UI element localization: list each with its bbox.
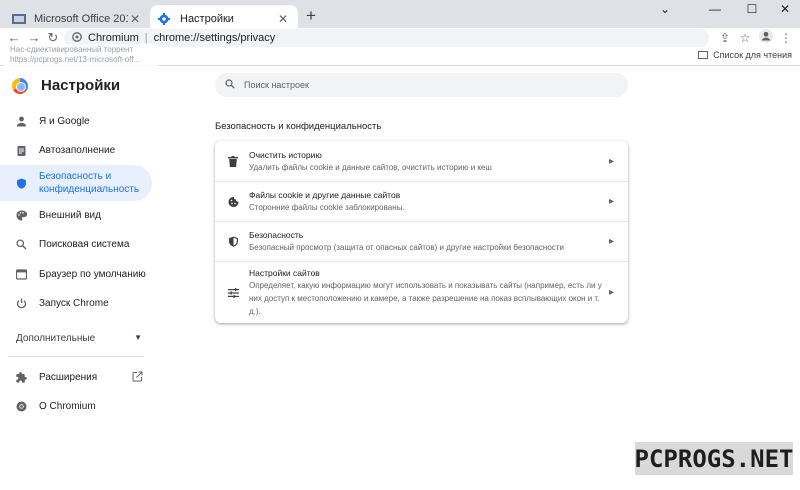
sidebar-item-label: Автозаполнение <box>39 144 116 156</box>
cookie-icon <box>227 196 239 208</box>
sidebar-item-on-startup[interactable]: Запуск Chrome <box>0 285 152 321</box>
advanced-label: Дополнительные <box>16 333 96 344</box>
maximize-button[interactable]: ☐ <box>737 0 767 18</box>
chevron-right-icon: ▸ <box>608 236 614 247</box>
close-tab-icon[interactable]: ✕ <box>128 12 142 26</box>
palette-icon <box>16 210 27 221</box>
tooltip-url: https://pcprogs.net/13-microsoft-off... <box>10 55 141 64</box>
reading-list-icon <box>698 51 709 59</box>
sidebar-item-label: О Chromium <box>39 400 96 412</box>
search-input[interactable] <box>244 80 614 90</box>
reading-list-button[interactable]: Список для чтения <box>698 50 792 60</box>
chromium-logo-icon <box>12 78 28 94</box>
privacy-card: Очистить историю Удалить файлы cookie и … <box>215 141 628 323</box>
row-title: Безопасность <box>249 230 304 240</box>
settings-gear-icon <box>158 12 172 25</box>
row-title: Очистить историю <box>249 149 322 160</box>
tab-search-icon[interactable]: ⌄ <box>650 0 680 18</box>
close-window-button[interactable]: ✕ <box>770 0 800 18</box>
tab-title: Настройки <box>180 12 234 25</box>
shield-icon <box>16 178 27 189</box>
page-title: Настройки <box>41 77 121 94</box>
tab-title: Microsoft Office 2019 Professional <box>34 12 128 25</box>
open-in-new-icon[interactable] <box>132 371 143 382</box>
new-tab-button[interactable]: + <box>302 7 320 26</box>
chevron-right-icon: ▸ <box>608 196 614 207</box>
cookies-row[interactable]: Файлы cookie и другие данные сайтов Стор… <box>215 181 628 221</box>
url-text: chrome://settings/privacy <box>153 32 276 44</box>
power-icon <box>16 298 27 309</box>
section-title: Безопасность и конфиденциальность <box>215 121 382 132</box>
security-row[interactable]: Безопасность Безопасный просмотр (защита… <box>215 221 628 261</box>
settings-search[interactable] <box>215 73 628 97</box>
sidebar-item-label: Браузер по умолчанию <box>39 268 146 280</box>
clear-history-row[interactable]: Очистить историю Удалить файлы cookie и … <box>215 141 628 181</box>
profile-avatar-icon[interactable] <box>757 29 775 47</box>
row-title: Настройки сайтов <box>249 268 320 278</box>
tooltip-title: Нас-сдиективированный торрент <box>10 45 134 54</box>
sidebar-item-label: Запуск Chrome <box>39 297 109 309</box>
tune-icon <box>227 287 239 299</box>
sidebar-item-about-chromium[interactable]: О Chromium <box>0 388 152 424</box>
url-separator: | <box>144 32 148 44</box>
site-settings-row[interactable]: Настройки сайтов Определяет, какую инфор… <box>215 261 628 323</box>
search-icon <box>16 238 27 250</box>
sidebar-item-privacy[interactable]: Безопасность и конфиденциальность <box>0 165 152 201</box>
clipboard-icon <box>16 145 27 156</box>
site-label: Chromium <box>88 32 139 44</box>
browser-icon <box>16 268 27 280</box>
chevron-right-icon: ▸ <box>608 287 614 298</box>
caret-down-icon: ▼ <box>134 333 142 342</box>
menu-kebab-icon[interactable]: ⋮ <box>777 29 795 47</box>
page-favicon-icon <box>12 13 26 25</box>
reading-list-label: Список для чтения <box>713 50 792 60</box>
sidebar-divider <box>8 356 144 357</box>
shield-icon <box>227 236 239 248</box>
row-subtitle: Удалить файлы cookie и данные сайтов, оч… <box>249 162 492 172</box>
bookmark-star-icon[interactable]: ☆ <box>736 29 754 47</box>
minimize-button[interactable]: — <box>700 0 730 18</box>
advanced-toggle[interactable]: Дополнительные ▼ <box>16 333 142 344</box>
chevron-right-icon: ▸ <box>608 155 614 167</box>
search-icon <box>225 78 235 92</box>
close-tab-icon[interactable]: ✕ <box>276 12 290 26</box>
sidebar-item-label: Расширения <box>39 371 98 383</box>
tab-hover-tooltip: Нас-сдиективированный торрент https://pc… <box>4 44 158 66</box>
row-subtitle: Определяет, какую информацию могут испол… <box>249 281 602 316</box>
puzzle-icon <box>16 371 27 383</box>
sidebar-item-autofill[interactable]: Автозаполнение <box>0 132 152 168</box>
person-icon <box>16 116 27 127</box>
trash-icon <box>227 155 239 167</box>
row-subtitle: Безопасный просмотр (защита от опасных с… <box>249 243 564 252</box>
site-info-icon[interactable] <box>72 31 82 45</box>
share-icon[interactable]: ⇪ <box>716 29 734 47</box>
watermark: PCPROGS.NET <box>633 440 795 477</box>
sidebar-item-label: Внешний вид <box>39 209 101 221</box>
row-title: Файлы cookie и другие данные сайтов <box>249 190 401 200</box>
chromium-icon <box>16 401 27 412</box>
sidebar-item-label: Я и Google <box>39 115 90 127</box>
sidebar-item-label: Безопасность и конфиденциальность <box>39 171 140 195</box>
row-subtitle: Сторонние файлы cookie заблокированы. <box>249 203 405 212</box>
sidebar-item-label: Поисковая система <box>39 238 130 250</box>
address-bar[interactable]: Chromium | chrome://settings/privacy <box>64 29 709 47</box>
